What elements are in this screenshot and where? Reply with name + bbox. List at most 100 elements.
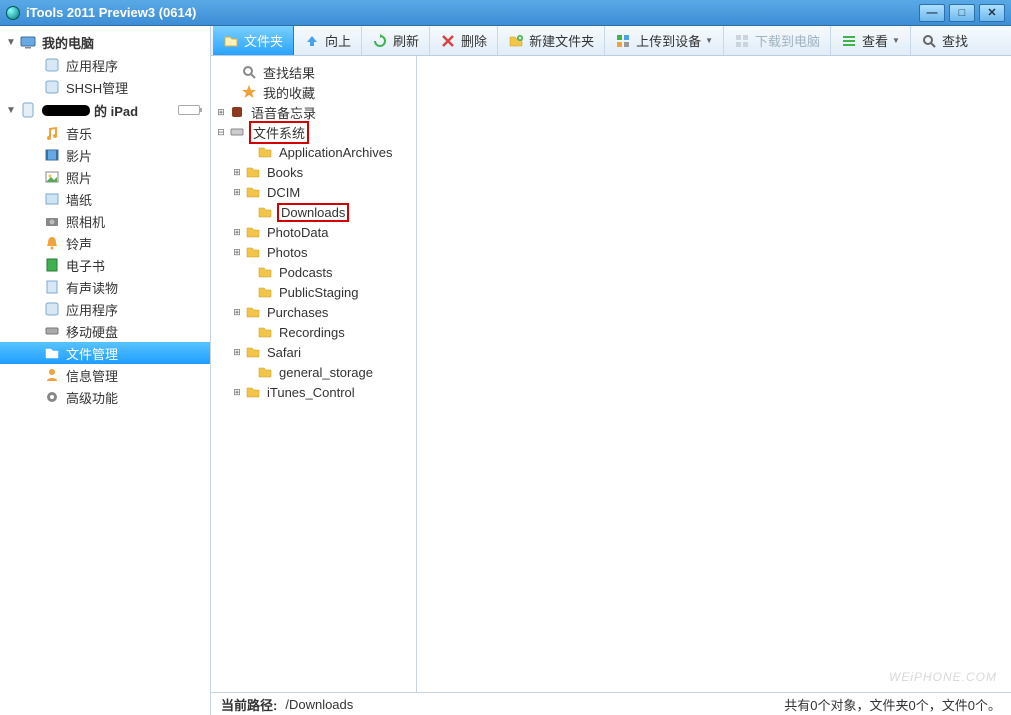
newfolder-icon <box>508 33 524 49</box>
toolbar-up-button[interactable]: 向上 <box>294 26 362 55</box>
toolbar-download-button[interactable]: 下载到电脑 <box>724 26 831 55</box>
film-icon <box>44 147 60 163</box>
tree-node[interactable]: ApplicationArchives <box>213 142 414 162</box>
sidebar-item-label: 照片 <box>66 168 92 187</box>
sidebar-item-audiobooks[interactable]: 有声读物 <box>0 276 210 298</box>
battery-icon <box>178 105 200 115</box>
person-icon <box>44 367 60 383</box>
sidebar-item-label: 电子书 <box>66 256 105 275</box>
sidebar-item-label: 有声读物 <box>66 278 118 297</box>
expand-icon[interactable]: ⊞ <box>231 307 243 318</box>
toolbar-delete-button[interactable]: 删除 <box>430 26 498 55</box>
toolbar-label: 文件夹 <box>244 31 283 50</box>
disk-icon <box>44 323 60 339</box>
sidebar-item-device-apps[interactable]: 应用程序 <box>0 298 210 320</box>
twisty-icon: ▼ <box>6 105 18 116</box>
sidebar-item-music[interactable]: 音乐 <box>0 122 210 144</box>
sidebar-item-camera[interactable]: 照相机 <box>0 210 210 232</box>
tree-node-downloads[interactable]: Downloads <box>213 202 414 222</box>
tree-label: Purchases <box>265 305 330 320</box>
download-icon <box>734 33 750 49</box>
up-icon <box>304 33 320 49</box>
sidebar-item-ringtones[interactable]: 铃声 <box>0 232 210 254</box>
wallpaper-icon <box>44 191 60 207</box>
toolbar-folder-button[interactable]: 文件夹 <box>213 26 294 55</box>
tree-label: general_storage <box>277 365 375 380</box>
ipad-icon <box>20 102 36 118</box>
tree-node-voicememos[interactable]: ⊞语音备忘录 <box>213 102 414 122</box>
shsh-icon <box>44 79 60 95</box>
tree-node[interactable]: ⊞Books <box>213 162 414 182</box>
tree-node[interactable]: PublicStaging <box>213 282 414 302</box>
sidebar-item-movies[interactable]: 影片 <box>0 144 210 166</box>
expand-icon[interactable]: ⊞ <box>215 107 227 118</box>
tree-label: Podcasts <box>277 265 334 280</box>
toolbar-label: 查看 <box>862 31 888 50</box>
expand-icon[interactable]: ⊞ <box>231 247 243 258</box>
sidebar-item-infomanager[interactable]: 信息管理 <box>0 364 210 386</box>
device-name-redacted <box>42 105 90 116</box>
expand-icon[interactable]: ⊞ <box>231 387 243 398</box>
expand-icon[interactable]: ⊞ <box>231 227 243 238</box>
tree-node[interactable]: Podcasts <box>213 262 414 282</box>
folder-icon <box>223 33 239 49</box>
toolbar-label: 上传到设备 <box>636 31 701 50</box>
app-icon <box>6 6 20 20</box>
sidebar-item-advanced[interactable]: 高级功能 <box>0 386 210 408</box>
sidebar-item-label: 文件管理 <box>66 344 118 363</box>
tree-node[interactable]: general_storage <box>213 362 414 382</box>
sidebar-item-wallpaper[interactable]: 墙纸 <box>0 188 210 210</box>
audiobook-icon <box>44 279 60 295</box>
toolbar-view-button[interactable]: 查看 ▼ <box>831 26 911 55</box>
toolbar-newfolder-button[interactable]: 新建文件夹 <box>498 26 605 55</box>
sidebar-item-label: 信息管理 <box>66 366 118 385</box>
toolbar-upload-button[interactable]: 上传到设备 ▼ <box>605 26 724 55</box>
sidebar-head-label: 的 iPad <box>94 101 178 120</box>
delete-icon <box>440 33 456 49</box>
folder-icon <box>257 284 273 300</box>
toolbar-search-button[interactable]: 查找 <box>911 26 978 55</box>
status-path: /Downloads <box>285 697 784 712</box>
sidebar-item-filemanager[interactable]: 文件管理 <box>0 342 210 364</box>
minimize-button[interactable]: — <box>919 4 945 22</box>
tree-node[interactable]: ⊞iTunes_Control <box>213 382 414 402</box>
title-bar: iTools 2011 Preview3 (0614) — □ ✕ <box>0 0 1011 26</box>
tree-node-favorites[interactable]: 我的收藏 <box>213 82 414 102</box>
toolbar-label: 查找 <box>942 31 968 50</box>
collapse-icon[interactable]: ⊟ <box>215 127 227 138</box>
maximize-button[interactable]: □ <box>949 4 975 22</box>
tree-node[interactable]: ⊞PhotoData <box>213 222 414 242</box>
sidebar-item-label: 照相机 <box>66 212 105 231</box>
sidebar-item-mobiledisk[interactable]: 移动硬盘 <box>0 320 210 342</box>
tree-node[interactable]: ⊞Safari <box>213 342 414 362</box>
sidebar-head-computer[interactable]: ▼ 我的电脑 <box>0 30 210 54</box>
tree-node[interactable]: Recordings <box>213 322 414 342</box>
expand-icon[interactable]: ⊞ <box>231 167 243 178</box>
tree-node-search-results[interactable]: 查找结果 <box>213 62 414 82</box>
tree-node[interactable]: ⊞Photos <box>213 242 414 262</box>
expand-icon[interactable]: ⊞ <box>231 187 243 198</box>
sidebar-section-computer: ▼ 我的电脑 应用程序 SHSH管理 <box>0 30 210 98</box>
sidebar-item-shsh[interactable]: SHSH管理 <box>0 76 210 98</box>
file-content-pane: WEiPHONE.COM <box>417 56 1011 692</box>
search-icon <box>921 33 937 49</box>
close-button[interactable]: ✕ <box>979 4 1005 22</box>
sidebar-item-label: SHSH管理 <box>66 78 128 97</box>
expand-icon[interactable]: ⊞ <box>231 347 243 358</box>
sidebar-item-photos[interactable]: 照片 <box>0 166 210 188</box>
sidebar-item-apps[interactable]: 应用程序 <box>0 54 210 76</box>
tree-label: 查找结果 <box>261 63 317 82</box>
toolbar-refresh-button[interactable]: 刷新 <box>362 26 430 55</box>
sidebar-item-label: 高级功能 <box>66 388 118 407</box>
sidebar-head-device[interactable]: ▼ 的 iPad <box>0 98 210 122</box>
toolbar-label: 向上 <box>325 31 351 50</box>
music-icon <box>44 125 60 141</box>
sidebar-item-ebooks[interactable]: 电子书 <box>0 254 210 276</box>
watermark: WEiPHONE.COM <box>889 670 997 684</box>
tree-label: ApplicationArchives <box>277 145 394 160</box>
tree-node[interactable]: ⊞DCIM <box>213 182 414 202</box>
tree-node-filesystem[interactable]: ⊟文件系统 <box>213 122 414 142</box>
folder-icon <box>257 324 273 340</box>
computer-icon <box>20 34 36 50</box>
tree-node[interactable]: ⊞ Purchases <box>213 302 414 322</box>
